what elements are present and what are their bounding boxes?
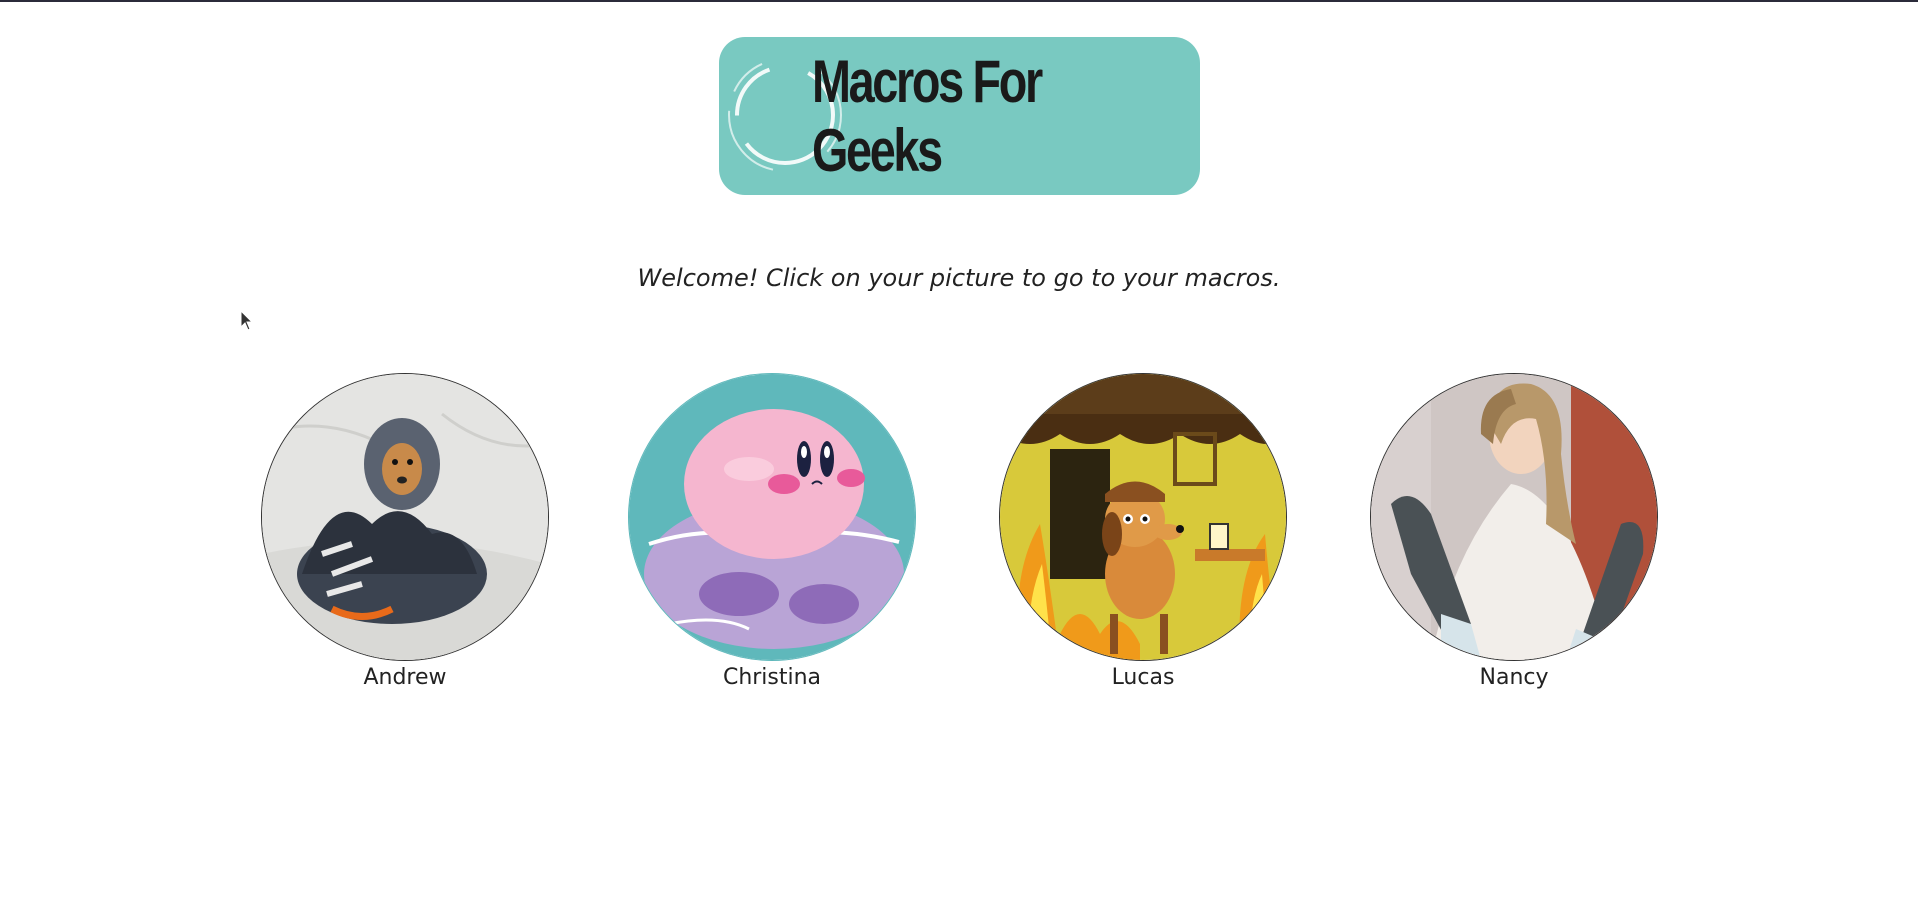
user-name-nancy[interactable]: Nancy	[1369, 665, 1659, 690]
mouse-pointer-icon	[240, 310, 254, 331]
kirby-in-water-illustration	[629, 374, 915, 660]
logo-text: Macros For Geeks	[811, 48, 1043, 184]
user-card-lucas[interactable]: Lucas	[998, 373, 1288, 690]
person-sitting-photo	[1371, 374, 1657, 660]
avatar-lucas[interactable]	[999, 373, 1287, 661]
avatar-nancy[interactable]	[1370, 373, 1658, 661]
dog-in-blanket-photo	[262, 374, 548, 660]
avatar-christina[interactable]	[628, 373, 916, 661]
user-name-lucas[interactable]: Lucas	[998, 665, 1288, 690]
user-card-christina[interactable]: Christina	[627, 373, 917, 690]
welcome-message: Welcome! Click on your picture to go to …	[637, 264, 1281, 292]
top-border	[0, 0, 1918, 2]
user-card-andrew[interactable]: Andrew	[260, 373, 550, 690]
avatar-andrew[interactable]	[261, 373, 549, 661]
user-card-nancy[interactable]: Nancy	[1369, 373, 1659, 690]
user-name-andrew[interactable]: Andrew	[260, 665, 550, 690]
user-name-christina[interactable]: Christina	[627, 665, 917, 690]
site-logo: Macros For Geeks	[719, 37, 1200, 195]
this-is-fine-dog-illustration	[1000, 374, 1286, 660]
